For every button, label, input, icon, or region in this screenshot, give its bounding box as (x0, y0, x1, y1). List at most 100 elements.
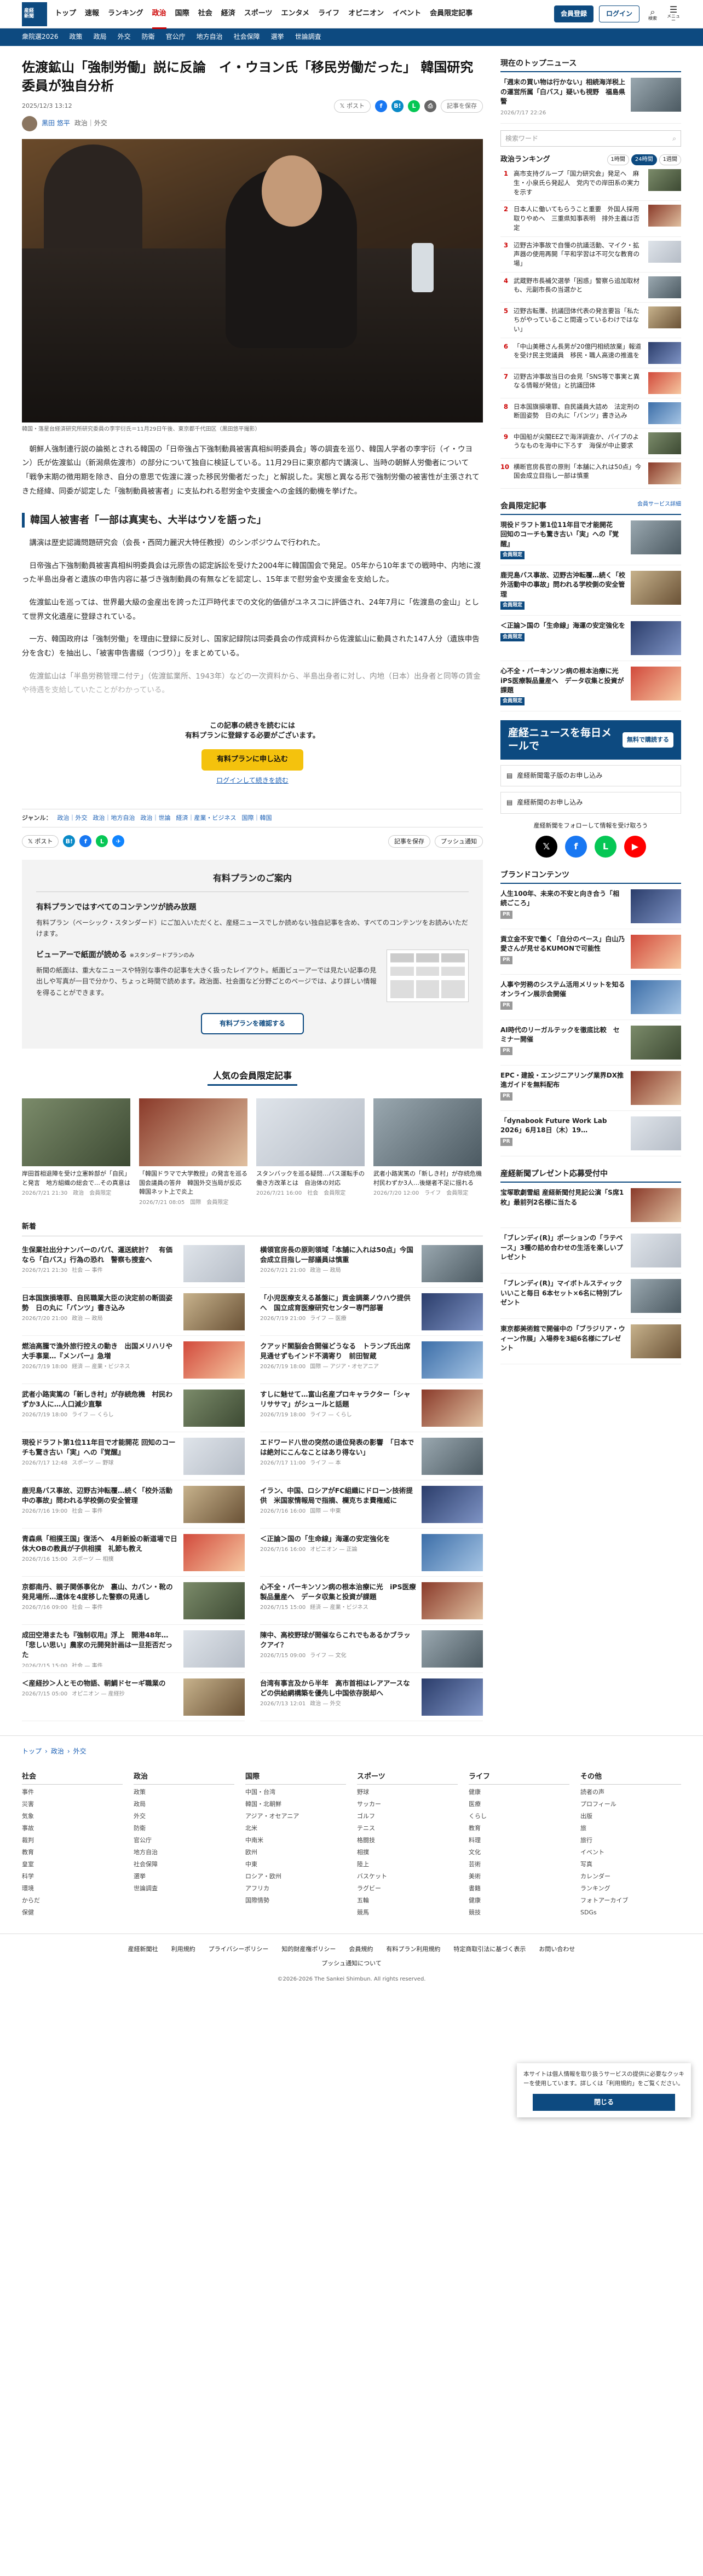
sitemap-link[interactable]: 中南米 (245, 1836, 346, 1845)
news-item[interactable]: 武者小路実篤の「新しき村」が存続危機 村民わずか3人に…人口減少直撃 2026/7… (22, 1384, 245, 1433)
ranking-item[interactable]: 3 辺野古沖事故で自慢の抗議活動、マイク・拡声器の使用再開「平和学習は不可欠な教育… (500, 237, 681, 273)
sitemap-link[interactable]: プロフィール (580, 1800, 681, 1809)
sitemap-link[interactable]: 環境 (22, 1884, 123, 1893)
subnav-item[interactable]: 政策 (70, 32, 83, 42)
sitemap-link[interactable]: 医療 (469, 1800, 569, 1809)
sitemap-link[interactable]: 写真 (580, 1860, 681, 1869)
sitemap-link[interactable]: 裁判 (22, 1836, 123, 1845)
sitemap-link[interactable]: 野球 (357, 1788, 458, 1797)
sitemap-link[interactable]: ロシア・欧州 (245, 1872, 346, 1881)
brand-item[interactable]: 「dynabook Future Work Lab 2026」6月18日（木）1… (500, 1111, 681, 1156)
present-item[interactable]: 東京都美術館で開催中の「ブラジリア・ウィーン作展」入場券を3組6名様にプレゼント (500, 1319, 681, 1365)
nav-item[interactable]: 政治 (152, 9, 166, 29)
sitemap-link[interactable]: 地方自治 (134, 1848, 234, 1857)
sitemap-link[interactable]: 事件 (22, 1788, 123, 1797)
subnav-item[interactable]: 防衛 (142, 32, 155, 42)
sitemap-link[interactable]: 芸術 (469, 1860, 569, 1869)
paper-subscribe-link[interactable]: ▤ 産経新聞のお申し込み (500, 792, 681, 814)
sitemap-link[interactable]: ゴルフ (357, 1812, 458, 1821)
brand-item[interactable]: AI時代のリーガルテックを徹底比較 セミナー開催 PR (500, 1020, 681, 1066)
ranking-tab[interactable]: 1週間 (659, 154, 681, 166)
search-input[interactable]: 検索ワード ⌕ (500, 130, 681, 147)
push-notification-button[interactable]: プッシュ通知 (435, 835, 483, 848)
news-item[interactable]: 日本国旗損壊罪、自民職業大臣の決定前の断固姿勢 日の丸に「パンツ」書き込み 202… (22, 1288, 245, 1336)
news-item[interactable]: 青森県「相撲王国」復活へ 4月新設の新道場で日体大OBの教員が子供相撲 礼節も教… (22, 1529, 245, 1577)
sitemap-heading[interactable]: 社会 (22, 1772, 123, 1785)
sitemap-link[interactable]: 官公庁 (134, 1836, 234, 1845)
news-item[interactable]: 台湾有事言及から半年 高市首相はレアアースなどの供給網構築を優先し中国依存脱却へ… (260, 1673, 483, 1722)
member-item[interactable]: 心不全・パーキンソン病の根本治療に光 iPS医療製品量産へ データ収集と投資が課… (500, 661, 681, 712)
popular-item[interactable]: 岸田首相退陣を受け立憲幹部が「自民」と発言 地方組織の総会で…その真意は 2026… (22, 1098, 130, 1207)
sitemap-link[interactable]: 社会保障 (134, 1860, 234, 1869)
sitemap-link[interactable]: 防衛 (134, 1824, 234, 1833)
footer-link[interactable]: プライバシーポリシー (209, 1945, 269, 1954)
x-post-button[interactable]: 𝕏 ポスト (22, 835, 59, 848)
breadcrumb-item[interactable]: 外交 (73, 1747, 87, 1756)
sitemap-link[interactable]: バスケット (357, 1872, 458, 1881)
nav-item[interactable]: イベント (393, 9, 421, 19)
ranking-tab[interactable]: 24時間 (631, 154, 657, 166)
news-item[interactable]: 生保業社出分ナンバーのパパ、運送統計？ 有価なら「白バス」行為の恐れ 警察も捜査… (22, 1240, 245, 1288)
genre-tag[interactable]: 経済｜産業・ビジネス (176, 814, 236, 821)
top-news-item[interactable]: 「週末の買い物は行かない」相続海洋税上の運営所属「白バス」疑いも視野 福島県警 2… (500, 72, 681, 124)
popular-item[interactable]: 「韓国ドラマで大学教授」の発言を巡る国会議員の答弁 韓国外交当局が反応 韓国ネッ… (139, 1098, 247, 1207)
sitemap-link[interactable]: 政局 (134, 1800, 234, 1809)
nav-item[interactable]: 社会 (198, 9, 212, 19)
news-item[interactable]: 成田空港またも『強制収用』浮上 開港48年…「悲しい思い」農家の元開発計画は一旦… (22, 1625, 245, 1674)
sitemap-link[interactable]: アフリカ (245, 1884, 346, 1893)
line-icon[interactable]: L (96, 835, 108, 848)
brand-item[interactable]: 人事や労務のシステム活用メリットを知る オンライン展示会開催 PR (500, 975, 681, 1020)
sitemap-link[interactable]: 読者の声 (580, 1788, 681, 1797)
news-item[interactable]: すしに魅せて…富山名産プロキャラクター「シャリササマ」がシュールと話題 2026/… (260, 1384, 483, 1433)
sitemap-link[interactable]: 書籍 (469, 1884, 569, 1893)
sitemap-link[interactable]: 競馬 (357, 1908, 458, 1917)
sitemap-link[interactable]: フォトアーカイブ (580, 1896, 681, 1905)
nav-item[interactable]: 会員限定記事 (430, 9, 472, 19)
subscribe-button[interactable]: 有料プランに申し込む (201, 749, 303, 771)
sitemap-link[interactable]: 選挙 (134, 1872, 234, 1881)
news-item[interactable]: 陳中、高校野球が開催ならこれでもあるかブラックアイ？ 2026/7/15 09:0… (260, 1625, 483, 1674)
ranking-item[interactable]: 2 日本人に働いてもらうこと重要 外国人採用取りやめへ 三重県知事表明 排外主義は… (500, 201, 681, 237)
newsletter-banner[interactable]: 産経ニュースを毎日メールで 無料で購読する (500, 720, 681, 760)
present-item[interactable]: 「ブレンディ(R)」マイボトルスティック いいこと毎日 6本セット×6名に特別プ… (500, 1273, 681, 1319)
sitemap-link[interactable]: イベント (580, 1848, 681, 1857)
news-item[interactable]: ＜産経抄＞人とモの物語、朝鯛ドセーギ職業の 2026/7/15 05:00 オピニオ… (22, 1673, 245, 1722)
news-item[interactable]: 燃油高騰で漁外旅行控えの動き 出国メリハリや大手事業…『メンバー』急増 2026/… (22, 1336, 245, 1385)
sitemap-link[interactable]: 韓国・北朝鮮 (245, 1800, 346, 1809)
sitemap-heading[interactable]: 政治 (134, 1772, 234, 1785)
present-item[interactable]: 「ブレンディ(R)」ポーションの「ラテベース」3種の詰め合わせの生活を楽しいプレ… (500, 1228, 681, 1274)
sitemap-heading[interactable]: 国際 (245, 1772, 346, 1785)
sitemap-link[interactable]: 保健 (22, 1908, 123, 1917)
subnav-item[interactable]: 地方自治 (197, 32, 223, 42)
login-to-read-link[interactable]: ログインして続きを読む (22, 776, 483, 785)
news-item[interactable]: イラン、中国、ロシアがFC組織にドローン技術提供 米国家情報局で指摘、欄克ちま費… (260, 1480, 483, 1529)
news-item[interactable]: ＜正論＞国の「生命線」海運の安定強化を 2026/7/16 16:00 オピニオン … (260, 1529, 483, 1577)
member-item[interactable]: 現役ドラフト第1位11年目で才能開花 回知のコーチも驚き古い「実」への『覚醒』会… (500, 515, 681, 566)
sitemap-heading[interactable]: その他 (580, 1772, 681, 1785)
genre-tag[interactable]: 政治｜地方自治 (93, 814, 135, 821)
subnav-item[interactable]: 衆院選2026 (22, 32, 59, 42)
ranking-item[interactable]: 9 中国船が尖閣EEZで海洋調査か、パイプのようなものを海中に下ろす 海保が中止要… (500, 429, 681, 459)
sitemap-link[interactable]: 陸上 (357, 1860, 458, 1869)
ranking-item[interactable]: 6 「中山美穂さん長男が20億円相続放棄」報道を受け民主党議員 移民・職人高速の推… (500, 338, 681, 368)
nav-item[interactable]: 国際 (175, 9, 189, 19)
nav-item[interactable]: エンタメ (281, 9, 309, 19)
author-name[interactable]: 黒田 悠平 (42, 119, 70, 128)
nav-item[interactable]: トップ (55, 9, 76, 19)
search-button[interactable]: ⌕ 検索 (645, 7, 660, 21)
sitemap-link[interactable]: アジア・オセアニア (245, 1812, 346, 1821)
ranking-tab[interactable]: 1時間 (607, 154, 629, 166)
sitemap-link[interactable]: 災害 (22, 1800, 123, 1809)
nav-item[interactable]: 速報 (85, 9, 99, 19)
sitemap-link[interactable]: カレンダー (580, 1872, 681, 1881)
footer-link[interactable]: 産経新聞社 (128, 1945, 158, 1954)
facebook-icon[interactable]: f (565, 835, 587, 858)
news-item[interactable]: クアッド閣脳会合開催どうなる トランプ氏出席見通せずもインド不満寄り 前田智蔵 2… (260, 1336, 483, 1385)
subnav-item[interactable]: 官公庁 (166, 32, 186, 42)
news-item[interactable]: 「小児医療支える基盤に」貢金調薬ノウハウ提供へ 国立成育医療研究センター専門部署… (260, 1288, 483, 1336)
sitemap-link[interactable]: 美術 (469, 1872, 569, 1881)
site-logo[interactable]: 産経 新聞 (22, 2, 47, 26)
news-item[interactable]: 心不全・パーキンソン病の根本治療に光 iPS医療製品量産へ データ収集と投資が課… (260, 1577, 483, 1625)
sitemap-link[interactable]: 政策 (134, 1788, 234, 1797)
youtube-icon[interactable]: ▶ (624, 835, 646, 858)
